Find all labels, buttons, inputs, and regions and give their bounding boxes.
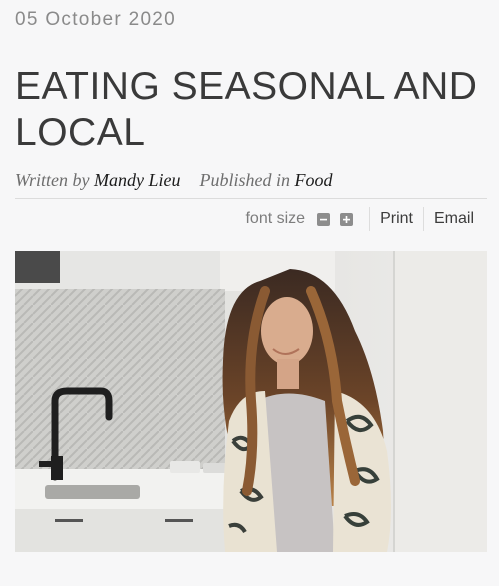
article-page: 05 October 2020 EATING SEASONAL AND LOCA… [0,0,499,586]
print-link[interactable]: Print [380,210,413,228]
minus-icon [320,218,328,220]
divider [15,198,487,199]
decrease-font-button[interactable] [317,212,331,226]
email-link[interactable]: Email [434,210,474,228]
font-size-label: font size [245,210,306,227]
tool-separator [422,207,424,231]
article-photo [15,251,487,552]
byline: Written by Mandy Lieu Published in Food [15,170,332,191]
tool-separator [369,207,371,231]
written-by-label: Written by [15,170,90,190]
woman-in-kitchen-photo [15,251,487,552]
article-title: EATING SEASONAL AND LOCAL [15,65,478,154]
plus-icon [343,215,351,223]
article-date: 05 October 2020 [15,9,177,30]
category-link[interactable]: Food [294,170,332,190]
increase-font-button[interactable] [340,212,354,226]
article-tools: font size Print Email [245,206,474,232]
author-link[interactable]: Mandy Lieu [94,170,180,190]
published-in-label: Published in [199,170,290,190]
